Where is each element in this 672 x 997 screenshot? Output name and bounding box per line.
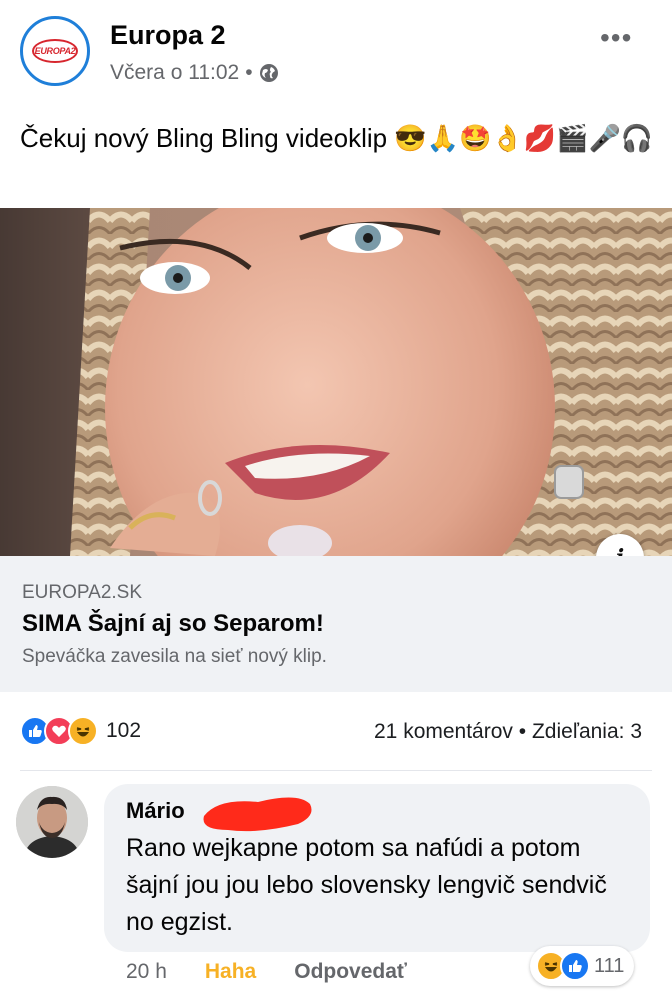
reaction-count: 102 (106, 719, 142, 742)
stats-separator: • (518, 720, 527, 743)
comment-time[interactable]: 20 h (126, 960, 167, 984)
comments-count[interactable]: 21 komentárov (374, 720, 513, 743)
comment-author[interactable]: Mário (126, 798, 185, 824)
page-avatar[interactable]: EUROPA2 (20, 16, 90, 86)
link-title[interactable]: SIMA Šajní aj so Separom! (22, 610, 324, 638)
commenter-avatar[interactable] (16, 786, 88, 858)
redaction-mark (203, 797, 312, 832)
europa2-logo: EUROPA2 (32, 39, 78, 63)
post-text: Čekuj nový Bling Bling videoklip 😎🙏🤩👌💋🎬🎤… (20, 123, 654, 153)
comment-reaction-button[interactable]: Haha (205, 960, 256, 984)
post-meta: Včera o 11:02 • (110, 61, 279, 85)
link-domain: EUROPA2.SK (22, 582, 143, 603)
post-stats: 21 komentárov • Zdieľania: 3 (374, 720, 642, 744)
globe-icon (259, 64, 278, 82)
reply-button[interactable]: Odpovedať (294, 960, 407, 984)
like-icon (560, 951, 590, 981)
shares-count[interactable]: Zdieľania: 3 (532, 720, 642, 743)
post-timestamp[interactable]: Včera o 11:02 (110, 61, 239, 85)
comment-reaction-count: 111 (594, 954, 625, 977)
logo-text: EUROPA2 (34, 46, 76, 56)
comment-reactions[interactable]: 111 (530, 946, 635, 986)
comment-actions: 20 h Haha Odpovedať (126, 960, 407, 984)
divider (20, 770, 652, 771)
portrait-photo (0, 208, 672, 556)
link-description: Speváčka zavesila na sieť nový klip. (22, 646, 327, 667)
post-image[interactable] (0, 208, 672, 556)
comment-text: Rano wejkapne potom sa nafúdi a potom ša… (126, 834, 607, 936)
meta-separator: • (245, 61, 253, 84)
reaction-summary[interactable]: 102 (20, 716, 141, 746)
haha-icon (68, 716, 98, 746)
more-options-button[interactable]: ••• (600, 22, 632, 54)
page-name[interactable]: Europa 2 (110, 20, 226, 51)
